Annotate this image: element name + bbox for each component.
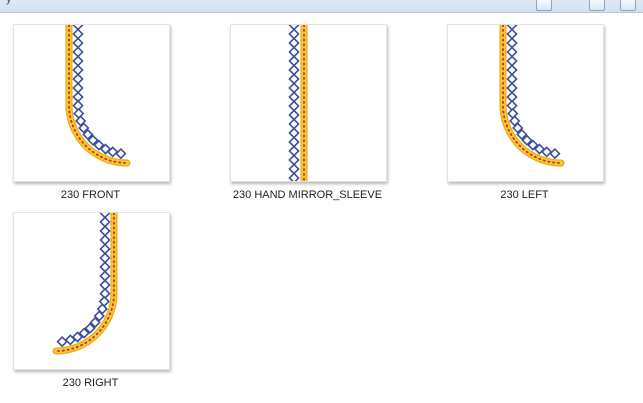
bead-mark [506, 82, 518, 94]
bead-mark [288, 28, 300, 40]
bead-mark [549, 147, 561, 160]
bead-mark [99, 243, 111, 255]
bead-mark [72, 64, 84, 76]
file-name[interactable]: 230 LEFT [447, 189, 602, 201]
bead-mark [99, 234, 111, 246]
embroidery-pattern-thumbnail [288, 25, 308, 181]
bead-mark [288, 136, 300, 148]
file-name[interactable]: 230 FRONT [13, 189, 168, 201]
bead-mark [288, 55, 300, 67]
bead-mark [288, 82, 300, 94]
view-options-button[interactable] [536, 0, 552, 11]
embroidery-pattern-thumbnail [499, 25, 565, 167]
bead-mark [288, 46, 300, 58]
bead-mark [288, 118, 300, 130]
bead-mark [288, 163, 300, 175]
bead-mark [506, 64, 518, 76]
file-thumbnail[interactable] [13, 24, 170, 182]
bead-mark [506, 37, 518, 49]
bead-mark [99, 270, 111, 282]
bead-mark [506, 46, 518, 58]
bead-mark [288, 64, 300, 76]
file-thumbnail[interactable] [230, 24, 387, 182]
bead-mark [506, 55, 518, 67]
bead-mark [99, 216, 111, 228]
bead-mark [288, 145, 300, 157]
bead-mark [506, 73, 518, 85]
bead-mark [506, 28, 518, 40]
file-thumbnail[interactable] [13, 212, 170, 370]
bead-mark [115, 147, 127, 160]
bead-mark [99, 261, 111, 273]
window-toolbar: y [0, 0, 643, 13]
bead-mark [99, 252, 111, 264]
help-button[interactable] [620, 0, 636, 11]
bead-mark [99, 225, 111, 237]
bead-mark [288, 91, 300, 103]
file-thumbnail[interactable] [447, 24, 604, 182]
bead-mark [288, 73, 300, 85]
preview-pane-button[interactable] [589, 0, 605, 11]
file-name[interactable]: 230 RIGHT [13, 377, 168, 389]
bead-mark [288, 100, 300, 112]
file-name[interactable]: 230 HAND MIRROR_SLEEVE [220, 189, 395, 201]
embroidery-pattern-thumbnail [52, 213, 118, 355]
bead-mark [72, 28, 84, 40]
bead-mark [72, 46, 84, 58]
embroidery-pattern-thumbnail [65, 25, 131, 167]
window-title-fragment: y [6, 0, 12, 5]
bead-mark [72, 82, 84, 94]
bead-mark [288, 37, 300, 49]
bead-mark [72, 73, 84, 85]
bead-mark [288, 154, 300, 166]
bead-mark [72, 37, 84, 49]
bead-mark [288, 109, 300, 121]
bead-mark [56, 335, 68, 348]
bead-mark [72, 55, 84, 67]
bead-mark [288, 127, 300, 139]
bead-mark [288, 172, 300, 181]
